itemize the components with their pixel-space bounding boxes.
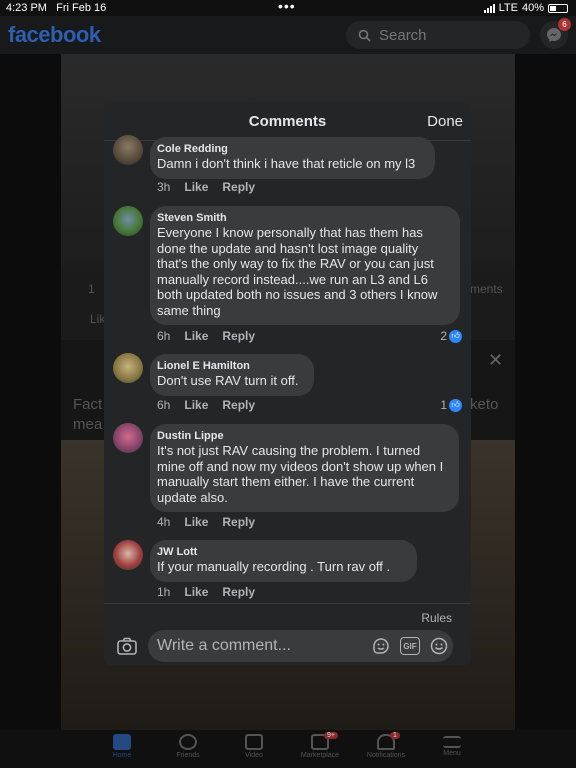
nav-notifications[interactable]: 1 Notifications — [356, 732, 416, 759]
comment-text: Don't use RAV turn it off. — [157, 373, 299, 388]
comment-time: 6h — [157, 329, 171, 343]
avatar[interactable] — [113, 135, 143, 165]
home-icon — [113, 734, 131, 750]
messenger-button[interactable]: 6 — [540, 18, 571, 49]
comment-composer: Rules GIF — [104, 603, 471, 665]
background-comments-text: ments — [470, 282, 503, 296]
comment-bubble: Dustin Lippe It's not just RAV causing t… — [150, 424, 459, 512]
comment-text: If your manually recording . Turn rav of… — [157, 559, 391, 574]
search-icon — [358, 29, 371, 42]
like-reaction-icon: 👍︎ — [449, 398, 462, 412]
like-button[interactable]: Like — [184, 180, 208, 194]
reaction-count[interactable]: 2 👍︎ — [440, 329, 462, 343]
nav-marketplace[interactable]: 9+ Marketplace — [290, 732, 350, 759]
rules-link[interactable]: Rules — [421, 611, 452, 625]
background-close-icon[interactable]: ✕ — [488, 350, 503, 371]
comment-actions: 6h Like Reply — [157, 398, 255, 412]
friends-icon — [179, 734, 197, 750]
battery-icon — [548, 3, 568, 13]
comment-actions: 4h Like Reply — [157, 515, 255, 529]
comments-modal: Comments Done Cole Redding Damn i don't … — [104, 103, 471, 665]
nav-video[interactable]: Video — [224, 734, 284, 759]
comment-bubble: JW Lott If your manually recording . Tur… — [150, 540, 417, 582]
comment-text: Damn i don't think i have that reticle o… — [157, 156, 416, 171]
status-indicators: LTE 40% — [483, 2, 568, 14]
status-time: 4:23 PM Fri Feb 16 — [6, 2, 107, 14]
signal-icon — [483, 3, 495, 13]
comment-bubble: Cole Redding Damn i don't think i have t… — [150, 137, 435, 179]
comment-time: 3h — [157, 180, 171, 194]
emoji-icon[interactable] — [430, 637, 448, 655]
like-button[interactable]: Like — [184, 585, 208, 599]
comment-author[interactable]: Lionel E Hamilton — [157, 360, 304, 372]
done-button[interactable]: Done — [427, 113, 463, 130]
facebook-logo[interactable]: facebook — [8, 22, 101, 48]
comment-actions: 3h Like Reply — [157, 180, 255, 194]
menu-icon — [443, 736, 461, 748]
nav-friends[interactable]: Friends — [158, 734, 218, 759]
reply-button[interactable]: Reply — [222, 329, 255, 343]
background-text-mea: mea — [73, 416, 103, 433]
messenger-badge: 6 — [558, 18, 571, 31]
like-reaction-icon: 👍︎ — [449, 329, 462, 343]
like-button[interactable]: Like — [184, 329, 208, 343]
comment-bubble: Steven Smith Everyone I know personally … — [150, 206, 460, 325]
facebook-header: facebook Search 6 — [0, 16, 576, 54]
multitasking-dots-icon[interactable]: ••• — [278, 0, 296, 14]
avatar[interactable] — [113, 540, 143, 570]
background-text-fact: Fact — [73, 396, 103, 413]
avatar[interactable] — [113, 206, 143, 236]
comment-text: It's not just RAV causing the problem. I… — [157, 443, 444, 505]
gif-icon[interactable]: GIF — [400, 637, 420, 655]
marketplace-badge: 9+ — [324, 732, 338, 739]
reply-button[interactable]: Reply — [222, 398, 255, 412]
like-button[interactable]: Like — [184, 398, 208, 412]
nav-menu[interactable]: Menu — [422, 734, 482, 757]
notifications-badge: 1 — [390, 732, 400, 739]
comment-author[interactable]: Dustin Lippe — [157, 430, 449, 442]
reply-button[interactable]: Reply — [222, 180, 255, 194]
carrier-label: LTE — [498, 2, 518, 14]
reply-button[interactable]: Reply — [222, 585, 255, 599]
search-bar[interactable]: Search — [346, 21, 530, 49]
avatar[interactable] — [113, 423, 143, 453]
battery-percent: 40% — [521, 2, 544, 14]
comment-author[interactable]: Cole Redding — [157, 143, 425, 155]
comment-author[interactable]: Steven Smith — [157, 212, 450, 224]
video-icon — [245, 734, 263, 750]
composer-icons: GIF — [372, 637, 448, 655]
reaction-count[interactable]: 1 👍︎ — [440, 398, 462, 412]
like-button[interactable]: Like — [184, 515, 208, 529]
comment-text: Everyone I know personally that has them… — [157, 225, 438, 318]
modal-header: Comments Done — [104, 103, 471, 141]
status-bar: 4:23 PM Fri Feb 16 ••• LTE 40% — [0, 0, 576, 16]
modal-title: Comments — [248, 113, 327, 130]
background-reaction-count: 1 — [88, 282, 95, 296]
comment-bubble: Lionel E Hamilton Don't use RAV turn it … — [150, 354, 314, 396]
comment-actions: 6h Like Reply — [157, 329, 255, 343]
bottom-navigation: Home Friends Video 9+ Marketplace 1 Notifi… — [0, 730, 576, 768]
search-placeholder: Search — [379, 26, 427, 44]
nav-home[interactable]: Home — [92, 734, 152, 759]
comment-actions: 1h Like Reply — [157, 585, 255, 599]
comment-time: 4h — [157, 515, 171, 529]
camera-icon[interactable] — [117, 637, 137, 655]
comment-author[interactable]: JW Lott — [157, 546, 407, 558]
background-text-keto: keto — [470, 396, 499, 413]
sticker-icon[interactable] — [372, 637, 390, 655]
comment-time: 1h — [157, 585, 171, 599]
avatar[interactable] — [113, 353, 143, 383]
comment-time: 6h — [157, 398, 171, 412]
reply-button[interactable]: Reply — [222, 515, 255, 529]
